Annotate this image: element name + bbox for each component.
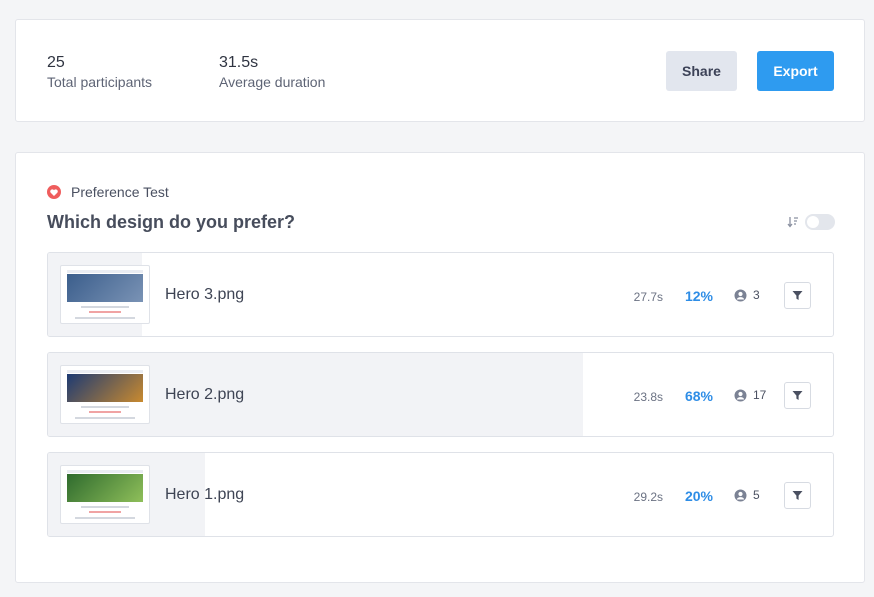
filter-button[interactable] — [784, 282, 811, 309]
option-thumbnail[interactable] — [60, 465, 150, 524]
thumbnail-line — [89, 411, 121, 413]
option-thumbnail[interactable] — [60, 365, 150, 424]
option-row[interactable]: Hero 3.png 27.7s 12% 3 — [47, 252, 834, 337]
thumbnail-nav — [67, 370, 143, 373]
filter-button[interactable] — [784, 482, 811, 509]
option-participant-count: 17 — [734, 388, 766, 402]
average-duration-stat: 31.5s Average duration — [219, 54, 325, 91]
option-percentage: 12% — [684, 288, 713, 304]
user-icon — [734, 389, 747, 401]
thumbnail-line — [89, 311, 121, 313]
test-type-label: Preference Test — [71, 184, 169, 200]
option-participant-count: 3 — [734, 288, 760, 302]
option-name: Hero 1.png — [165, 486, 245, 503]
export-button[interactable]: Export — [757, 51, 834, 91]
total-participants-stat: 25 Total participants — [47, 54, 152, 91]
thumbnail-line — [81, 306, 129, 308]
filter-icon — [792, 291, 803, 300]
total-participants-value: 25 — [47, 54, 65, 71]
thumbnail-nav — [67, 270, 143, 273]
option-name: Hero 3.png — [165, 286, 245, 303]
test-results-card: Preference Test Which design do you pref… — [15, 152, 865, 583]
filter-icon — [792, 391, 803, 400]
user-icon — [734, 489, 747, 501]
thumbnail-nav — [67, 470, 143, 473]
thumbnail-line — [81, 406, 129, 408]
thumbnail-line — [75, 417, 135, 419]
heart-icon — [47, 185, 61, 199]
participant-count-value: 5 — [753, 488, 760, 502]
question-title: Which design do you prefer? — [47, 212, 296, 232]
participant-count-value: 3 — [753, 288, 760, 302]
thumbnail-hero-image — [67, 474, 143, 502]
thumbnail-line — [75, 317, 135, 319]
thumbnail-hero-image — [67, 374, 143, 402]
filter-button[interactable] — [784, 382, 811, 409]
sort-icon[interactable] — [787, 215, 799, 233]
user-icon — [734, 289, 747, 301]
thumbnail-hero-image — [67, 274, 143, 302]
filter-icon — [792, 491, 803, 500]
option-row[interactable]: Hero 2.png 23.8s 68% 17 — [47, 352, 834, 437]
option-percentage: 68% — [684, 388, 713, 404]
summary-card: 25 Total participants 31.5s Average dura… — [15, 19, 865, 122]
option-row[interactable]: Hero 1.png 29.2s 20% 5 — [47, 452, 834, 537]
sort-toggle[interactable] — [805, 214, 835, 230]
option-thumbnail[interactable] — [60, 265, 150, 324]
thumbnail-line — [81, 506, 129, 508]
option-percentage: 20% — [684, 488, 713, 504]
average-duration-label: Average duration — [219, 74, 326, 90]
participant-count-value: 17 — [753, 388, 767, 402]
average-duration-value: 31.5s — [219, 54, 259, 71]
toggle-knob — [807, 216, 819, 228]
total-participants-label: Total participants — [47, 74, 153, 90]
option-name: Hero 2.png — [165, 386, 245, 403]
test-type: Preference Test — [47, 184, 169, 200]
thumbnail-line — [75, 517, 135, 519]
option-participant-count: 5 — [734, 488, 760, 502]
thumbnail-line — [89, 511, 121, 513]
share-button[interactable]: Share — [666, 51, 737, 91]
